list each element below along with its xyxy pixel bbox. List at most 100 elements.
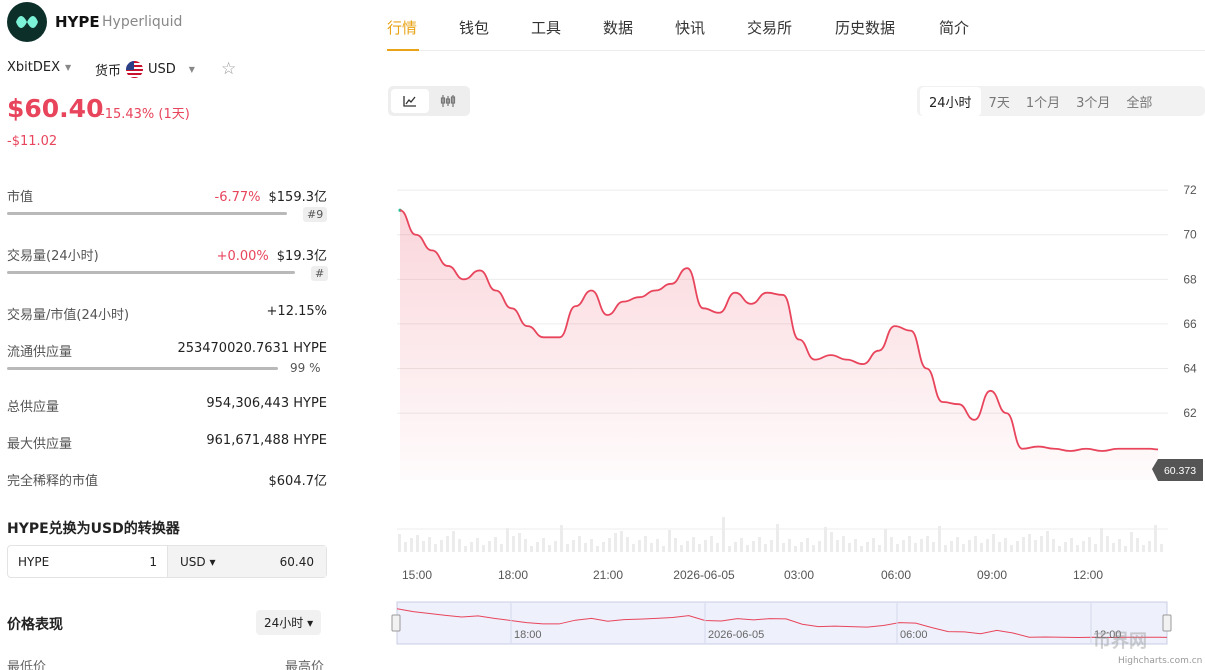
volume-bar	[524, 539, 527, 552]
volume-bar	[848, 543, 851, 552]
volume-bar	[662, 546, 665, 552]
volume-bar	[932, 542, 935, 552]
volume-bar	[782, 543, 785, 552]
volume-bar	[770, 540, 773, 552]
y-tick-label: 64	[1183, 362, 1197, 376]
volume-bar	[1094, 544, 1097, 552]
volume-bar	[740, 538, 743, 552]
navigator-window[interactable]	[396, 601, 1168, 645]
volume-bar	[1160, 544, 1163, 552]
price-chart[interactable]: 62 64 66 68 70 72 15:00 18:00 21:00 2026-06-05 03…	[0, 0, 1205, 670]
volume-bar	[404, 542, 407, 552]
navigator-tick-label: 18:00	[514, 629, 542, 641]
volume-bar	[458, 539, 461, 552]
volume-bar	[590, 539, 593, 552]
volume-bar	[698, 544, 701, 552]
volume-bar	[1082, 541, 1085, 552]
navigator-tick-label: 06:00	[900, 629, 928, 641]
volume-bar	[830, 532, 833, 552]
volume-bar	[686, 541, 689, 552]
navigator-tick-label: 2026-06-05	[708, 629, 764, 641]
y-tick-label: 62	[1183, 406, 1197, 420]
y-tick-label: 68	[1183, 272, 1197, 286]
volume-bar	[476, 538, 479, 552]
volume-bar	[446, 536, 449, 552]
volume-bar	[1010, 545, 1013, 552]
volume-bar	[938, 526, 941, 552]
volume-bar	[398, 534, 401, 552]
volume-bar	[638, 540, 641, 552]
volume-bar	[578, 536, 581, 552]
volume-bar	[896, 544, 899, 552]
volume-bar	[1016, 541, 1019, 552]
volume-bar	[1154, 525, 1157, 552]
volume-bar	[620, 531, 623, 552]
volume-bar	[500, 544, 503, 552]
volume-bar	[1028, 534, 1031, 552]
volume-bar	[764, 544, 767, 552]
x-tick-label: 18:00	[498, 568, 528, 582]
volume-bar	[554, 541, 557, 552]
volume-bar	[728, 546, 731, 552]
navigator-left-handle[interactable]	[391, 614, 401, 632]
volume-bar	[1046, 531, 1049, 552]
volume-bar	[884, 529, 887, 552]
volume-bar	[1124, 546, 1127, 552]
x-tick-label: 03:00	[784, 568, 814, 582]
volume-bar	[818, 541, 821, 552]
volume-bar	[1136, 538, 1139, 552]
x-tick-label: 21:00	[593, 568, 623, 582]
volume-bar	[470, 542, 473, 552]
volume-bar	[506, 528, 509, 552]
volume-bar	[1052, 539, 1055, 552]
volume-bar	[482, 545, 485, 552]
volume-bar	[902, 540, 905, 552]
volume-bar	[428, 537, 431, 552]
volume-bar	[440, 540, 443, 552]
volume-bar	[944, 545, 947, 552]
volume-bar	[710, 536, 713, 552]
x-tick-label: 06:00	[881, 568, 911, 582]
y-tick-label: 70	[1183, 228, 1197, 242]
volume-bar	[1004, 538, 1007, 552]
volume-bar	[692, 537, 695, 552]
volume-bar	[968, 540, 971, 552]
volume-bar	[512, 536, 515, 552]
volume-bar	[632, 544, 635, 552]
volume-bar	[1034, 540, 1037, 552]
volume-bar	[860, 546, 863, 552]
price-area	[400, 210, 1158, 480]
volume-bar	[866, 542, 869, 552]
volume-bar	[920, 539, 923, 552]
volume-bar	[962, 544, 965, 552]
volume-bar	[1130, 532, 1133, 552]
volume-bar	[452, 531, 455, 552]
volume-bar	[1112, 543, 1115, 552]
volume-bar	[464, 546, 467, 552]
volume-bar	[530, 546, 533, 552]
volume-bar	[518, 533, 521, 552]
x-tick-label: 2026-06-05	[673, 568, 735, 582]
volume-bar	[1064, 542, 1067, 552]
volume-bar	[1106, 536, 1109, 552]
x-tick-label: 12:00	[1073, 568, 1103, 582]
volume-bar	[950, 541, 953, 552]
navigator-right-handle[interactable]	[1162, 614, 1172, 632]
volume-bar	[704, 540, 707, 552]
volume-bar	[992, 534, 995, 552]
volume-bar	[890, 537, 893, 552]
volume-bar	[854, 539, 857, 552]
volume-bar	[788, 539, 791, 552]
volume-bar	[974, 536, 977, 552]
volume-bar	[842, 536, 845, 552]
volume-bar	[824, 527, 827, 552]
volume-bar	[986, 539, 989, 552]
volume-bar	[758, 537, 761, 552]
volume-bar	[668, 530, 671, 552]
volume-bar	[680, 545, 683, 552]
volume-bar	[1088, 537, 1091, 552]
volume-bar	[1100, 528, 1103, 552]
y-tick-label: 66	[1183, 317, 1197, 331]
volume-bar	[926, 536, 929, 552]
volume-bar	[914, 543, 917, 552]
